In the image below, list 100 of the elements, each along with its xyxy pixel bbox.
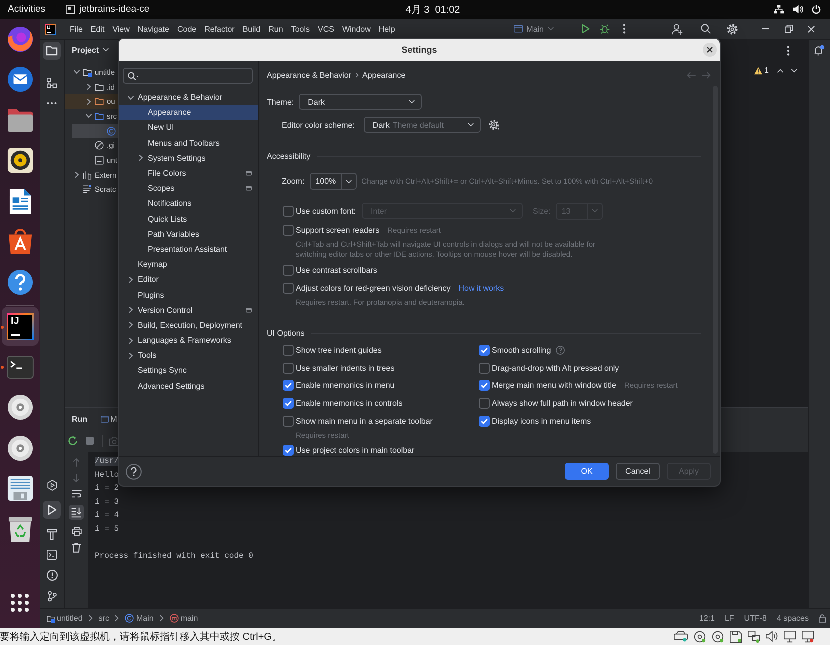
chevron-icon[interactable] [86, 84, 92, 90]
speaker-icon[interactable] [766, 631, 778, 642]
settings-nav-item[interactable]: Appearance [119, 105, 258, 120]
structure-icon[interactable] [47, 78, 57, 88]
rerun-icon[interactable] [68, 436, 78, 446]
checkbox[interactable] [283, 282, 294, 294]
wrap-icon[interactable] [72, 490, 82, 498]
menu-item[interactable]: Code [177, 24, 197, 34]
checkbox[interactable] [283, 444, 294, 456]
close-icon[interactable] [808, 26, 815, 32]
settings-nav-item[interactable]: System Settings [119, 150, 258, 166]
printer-icon[interactable] [72, 527, 82, 536]
settings-nav-item[interactable]: Path Variables [119, 226, 258, 242]
terminal-icon[interactable] [47, 550, 57, 560]
checkbox[interactable] [283, 380, 294, 392]
settings-nav-item[interactable]: Appearance & Behavior [119, 90, 258, 106]
color-scheme-dropdown[interactable]: Dark Theme default [364, 117, 481, 133]
line-separator[interactable]: LF [724, 614, 734, 623]
chevron-icon[interactable] [138, 155, 144, 162]
menu-item[interactable]: Edit [90, 24, 105, 34]
disc-icon[interactable] [694, 630, 706, 642]
settings-icon[interactable] [727, 24, 738, 34]
more-icon[interactable] [47, 102, 57, 105]
close-icon[interactable] [703, 43, 717, 57]
settings-nav-item[interactable]: File Colors [119, 166, 258, 182]
folder-icon[interactable] [43, 42, 61, 60]
floppy-icon[interactable] [730, 630, 742, 642]
restore-icon[interactable] [785, 25, 793, 33]
breadcrumb-item[interactable]: main [180, 614, 198, 623]
chevron-icon[interactable] [86, 98, 92, 105]
settings-nav-item[interactable]: Build, Execution, Deployment [119, 318, 258, 333]
more-icon[interactable] [623, 24, 626, 34]
chevron-icon[interactable] [74, 69, 80, 76]
menu-item[interactable]: Refactor [204, 24, 235, 34]
search-field[interactable] [123, 68, 253, 84]
console-tab[interactable]: M [100, 414, 118, 424]
checkbox[interactable] [283, 344, 294, 356]
settings-nav-item[interactable]: Advanced Settings [119, 378, 258, 394]
settings-nav-item[interactable]: Presentation Assistant [119, 242, 258, 258]
file-encoding[interactable]: UTF-8 [744, 614, 767, 623]
hammer-icon[interactable] [47, 529, 57, 540]
settings-nav-item[interactable]: Keymap [119, 257, 258, 272]
search-icon[interactable] [701, 24, 711, 34]
dialog-button[interactable]: Cancel [616, 463, 660, 480]
bug-icon[interactable] [600, 24, 610, 34]
display-icon[interactable] [802, 630, 814, 642]
menu-item[interactable]: Run [268, 24, 284, 34]
display-icon[interactable] [784, 630, 796, 642]
chevron-icon[interactable] [128, 94, 134, 101]
volume-icon[interactable] [793, 5, 803, 14]
dialog-button[interactable]: OK [565, 463, 609, 480]
breadcrumb-item[interactable]: Appearance & Behavior [267, 70, 352, 80]
chevron-icon[interactable] [128, 322, 134, 328]
menu-item[interactable]: VCS [318, 24, 334, 34]
menu-item[interactable]: Navigate [138, 24, 170, 34]
dock-launcher[interactable]: IJ [2, 307, 38, 346]
chevron-icon[interactable] [86, 113, 92, 120]
warning-count[interactable]: 1 [764, 66, 769, 75]
chevron-down-icon[interactable] [791, 68, 798, 72]
run-config-selector[interactable]: Main [514, 24, 554, 34]
network-icon[interactable] [774, 5, 784, 14]
trash-icon[interactable] [72, 543, 81, 553]
chevron-icon[interactable] [128, 338, 134, 344]
chevron-icon[interactable] [128, 307, 134, 314]
checkbox[interactable] [283, 362, 294, 374]
warning-icon[interactable] [754, 66, 763, 74]
branch-icon[interactable] [48, 591, 56, 602]
menu-item[interactable]: Tools [291, 24, 310, 34]
settings-nav-item[interactable]: Scopes [119, 181, 258, 196]
scroll-to-end-icon[interactable] [69, 505, 84, 520]
power-icon[interactable] [812, 5, 821, 14]
breadcrumb-item[interactable]: src [98, 614, 110, 623]
settings-icon[interactable] [488, 120, 500, 130]
checkbox[interactable] [283, 416, 294, 427]
theme-dropdown[interactable]: Dark [299, 94, 422, 110]
settings-nav-item[interactable]: Version Control [119, 302, 258, 318]
more-icon[interactable] [787, 46, 790, 56]
add-user-icon[interactable] [672, 24, 683, 34]
menu-item[interactable]: Help [378, 24, 396, 34]
chevron-icon[interactable] [74, 172, 80, 178]
network-icon[interactable] [748, 630, 760, 642]
play-icon[interactable] [582, 24, 590, 34]
chevron-icon[interactable] [128, 352, 134, 359]
exclamation-circle-icon[interactable] [46, 570, 58, 581]
menu-item[interactable]: View [112, 24, 130, 34]
zoom-combo[interactable]: 100% [310, 173, 357, 190]
chevron-icon[interactable] [128, 276, 134, 283]
breadcrumb-item[interactable]: untitled [57, 614, 83, 623]
settings-nav-item[interactable]: Quick Lists [119, 212, 258, 227]
breadcrumb-item[interactable]: Main [136, 614, 154, 623]
menu-item[interactable]: Build [242, 24, 261, 34]
lock-icon[interactable] [819, 614, 826, 623]
caret-position[interactable]: 12:1 [699, 614, 715, 623]
caret-icon[interactable] [103, 48, 110, 52]
checkbox[interactable] [479, 416, 490, 427]
checkbox[interactable] [479, 362, 490, 374]
settings-nav-item[interactable]: Plugins [119, 287, 258, 303]
checkbox[interactable] [479, 398, 490, 410]
app-name[interactable]: jetbrains-idea-ce [79, 4, 150, 15]
menu-item[interactable]: Window [342, 24, 371, 34]
